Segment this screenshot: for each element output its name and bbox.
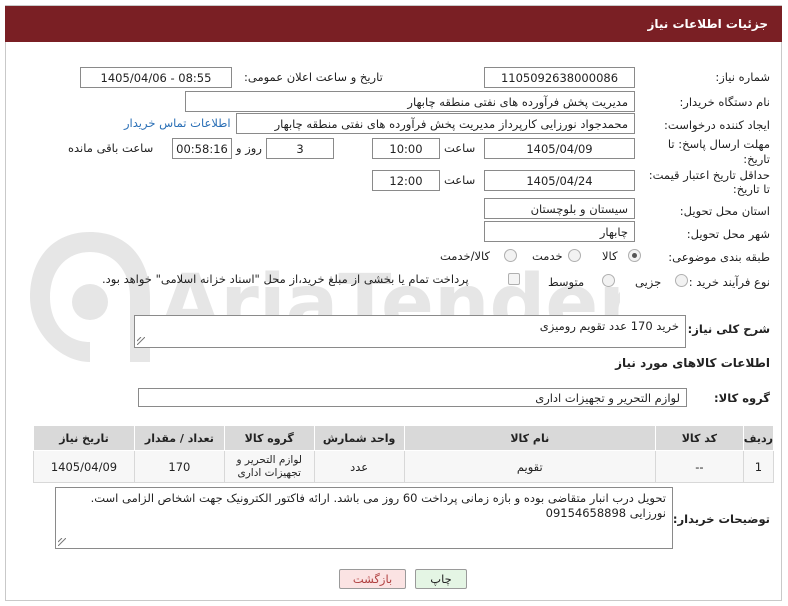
col-header-qty: تعداد / مقدار (133, 425, 225, 451)
reply-deadline-label-2: تاریخ: (743, 152, 770, 166)
cell-row-number: 1 (742, 450, 775, 483)
col-header-row-number: ردیف (742, 425, 775, 451)
goods-group-label: گروه کالا: (714, 391, 770, 405)
reply-deadline-time-field: 10:00 (372, 138, 440, 159)
buyer-notes-line-2: نورزایی 09154658898 (545, 506, 666, 520)
category-radio-goods[interactable] (628, 249, 641, 262)
cell-name: تقویم (403, 450, 656, 483)
col-header-unit: واحد شمارش (313, 425, 405, 451)
reply-deadline-days-field: 3 (266, 138, 334, 159)
goods-table: ردیف کد کالا نام کالا واحد شمارش گروه کا… (33, 425, 775, 483)
cell-group: لوازم التحریر و تجهیزات اداری (223, 450, 315, 483)
print-button[interactable]: چاپ (415, 569, 467, 589)
cell-date: 1405/04/09 (33, 450, 135, 483)
purchase-type-radio-medium[interactable] (602, 274, 615, 287)
buyer-notes-label: توضیحات خریدار: (672, 512, 770, 526)
price-validity-label-1: حداقل تاریخ اعتبار قیمت: (648, 168, 770, 182)
category-option-both: کالا/خدمت (440, 249, 491, 263)
reply-deadline-remaining-field: 00:58:16 (172, 138, 232, 159)
city-label: شهر محل تحویل: (686, 227, 770, 241)
goods-group-field: لوازم التحریر و تجهیزات اداری (138, 388, 687, 407)
col-header-date: تاریخ نیاز (33, 425, 135, 451)
description-text: خرید 170 عدد تقویم رومیزی (539, 319, 679, 333)
reply-deadline-remaining-label: ساعت باقی مانده (68, 141, 154, 155)
treasury-payment-checkbox[interactable] (508, 273, 520, 285)
category-option-goods: کالا (602, 249, 618, 263)
reply-deadline-time-label: ساعت (444, 141, 476, 155)
price-validity-date-field: 1405/04/24 (484, 170, 635, 191)
col-header-group: گروه کالا (223, 425, 315, 451)
cell-unit: عدد (313, 450, 405, 483)
price-validity-time-field: 12:00 (372, 170, 440, 191)
description-textarea[interactable]: خرید 170 عدد تقویم رومیزی (134, 315, 686, 348)
buyer-notes-line-1: تحویل درب انبار متقاضی بوده و بازه زمانی… (90, 491, 666, 505)
back-button[interactable]: بازگشت (339, 569, 406, 589)
city-field: چابهار (484, 221, 635, 242)
purchase-type-label: نوع فرآیند خرید : (688, 275, 770, 289)
purchase-type-option-minor: جزیی (635, 275, 662, 289)
description-label: شرح کلی نیاز: (687, 322, 770, 336)
price-validity-time-label: ساعت (444, 173, 476, 187)
col-header-name: نام کالا (403, 425, 656, 451)
need-number-label: شماره نیاز: (715, 70, 770, 84)
purchase-type-option-medium: متوسط (548, 275, 585, 289)
page-title: جزئیات اطلاعات نیاز (647, 17, 768, 31)
province-label: استان محل تحویل: (679, 204, 770, 218)
announce-datetime-label: تاریخ و ساعت اعلان عمومی: (244, 70, 383, 84)
requester-label: ایجاد کننده درخواست: (664, 118, 770, 132)
reply-deadline-label-1: مهلت ارسال پاسخ: تا (667, 137, 770, 151)
price-validity-label-2: تا تاریخ: (732, 182, 770, 196)
announce-datetime-field: 1405/04/06 - 08:55 (80, 67, 232, 88)
cell-qty: 170 (133, 450, 225, 483)
buyer-org-label: نام دستگاه خریدار: (679, 95, 770, 109)
need-number-field: 1105092638000086 (484, 67, 635, 88)
treasury-payment-note: پرداخت تمام یا بخشی از مبلغ خرید،از محل … (102, 272, 469, 286)
category-radio-both[interactable] (504, 249, 517, 262)
buyer-contact-link[interactable]: اطلاعات تماس خریدار (124, 116, 231, 130)
purchase-type-radio-minor[interactable] (675, 274, 688, 287)
table-row: 1 -- تقویم عدد لوازم التحریر و تجهیزات ا… (33, 450, 775, 483)
cell-code: -- (654, 450, 744, 483)
category-option-service: خدمت (532, 249, 563, 263)
reply-deadline-days-label: روز و (236, 141, 262, 155)
resize-handle-icon[interactable] (137, 337, 145, 345)
reply-deadline-date-field: 1405/04/09 (484, 138, 635, 159)
buyer-notes-textarea[interactable]: تحویل درب انبار متقاضی بوده و بازه زمانی… (55, 487, 673, 549)
province-field: سیستان و بلوچستان (484, 198, 635, 219)
category-label: طبقه بندی موضوعی: (668, 250, 770, 264)
page-header: جزئیات اطلاعات نیاز (5, 6, 782, 42)
col-header-code: کد کالا (654, 425, 744, 451)
category-radio-service[interactable] (568, 249, 581, 262)
table-header-row: ردیف کد کالا نام کالا واحد شمارش گروه کا… (33, 425, 775, 451)
goods-section-title: اطلاعات کالاهای مورد نیاز (615, 356, 770, 370)
requester-field: محمدجواد نورزایی کارپرداز مدیریت پخش فرآ… (236, 113, 635, 134)
buyer-org-field: مدیریت پخش فرآورده های نفتی منطقه چابهار (185, 91, 635, 112)
resize-handle-icon[interactable] (58, 538, 66, 546)
